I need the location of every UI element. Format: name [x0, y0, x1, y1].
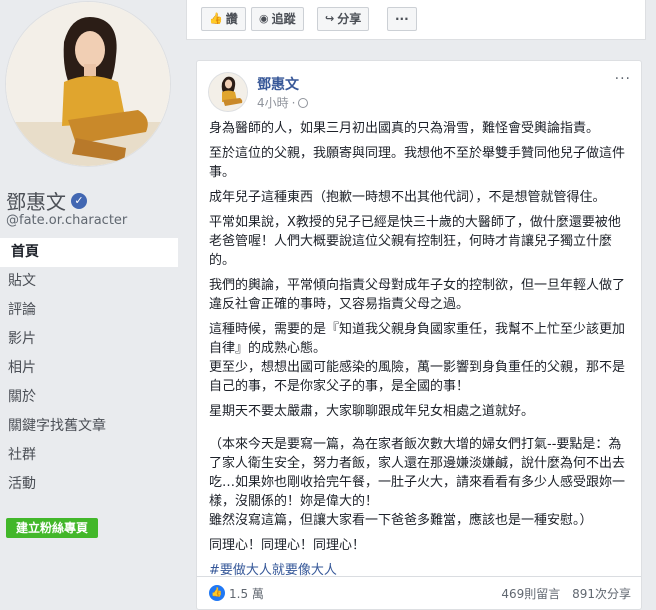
separator-dot: ·: [291, 95, 296, 110]
like-page-label: 讚: [225, 12, 238, 26]
post-paragraph: 雖然沒寫這篇，但讓大家看一下爸爸多難當，應該也是一種安慰。）: [209, 513, 593, 528]
post-paragraph: 成年兒子這種東西（抱歉一時想不出其他代詞），不是想管就管得住。: [209, 190, 606, 205]
reaction-count[interactable]: 1.5 萬: [229, 585, 264, 602]
post-body: 身為醫師的人，如果三月初出國真的只為滑雪，難怪會受輿論指責。 至於這位的父親，我…: [209, 119, 631, 586]
nav-item-community[interactable]: 社群: [0, 441, 178, 470]
more-options-button[interactable]: ···: [387, 7, 417, 31]
nav-item-events[interactable]: 活動: [0, 470, 178, 499]
share-arrow-icon: ↪: [325, 12, 335, 25]
page-name[interactable]: 鄧惠文 ✓: [6, 186, 87, 215]
rss-icon: ◉: [259, 12, 269, 25]
page-handle: @fate.or.character: [6, 213, 128, 228]
post-paragraph: 至於這位的父親，我願寄與同理。我想他不至於舉雙手贊同他兒子做這件事。: [209, 146, 626, 180]
create-page-button[interactable]: 建立粉絲專頁: [6, 518, 99, 538]
follow-label: 追蹤: [271, 12, 296, 26]
post-paragraph: 這種時候，需要的是『知道我父親身負國家重任，我幫不上忙至少該更加自律』的成熟心態…: [209, 322, 626, 356]
post-paragraph: 身為醫師的人，如果三月初出國真的只為滑雪，難怪會受輿論指責。: [209, 121, 600, 136]
like-page-button[interactable]: 👍 讚: [201, 7, 246, 31]
nav-item-reviews[interactable]: 評論: [0, 296, 178, 325]
post-footer: 👍 1.5 萬 469則留言 891次分享: [197, 576, 641, 609]
follow-button[interactable]: ◉ 追蹤: [251, 7, 304, 31]
profile-avatar[interactable]: [6, 2, 170, 166]
share-count[interactable]: 891次分享: [572, 587, 631, 601]
left-column: 鄧惠文 ✓ @fate.or.character 首頁 貼文 評論 影片 相片 …: [0, 0, 178, 610]
post-paragraph: 平常如果說，X教授的兒子已經是快三十歲的大醫師了，做什麼還要被他老爸管喔！人們大…: [209, 215, 621, 268]
post-card: 鄧惠文 4小時 · ··· 身為醫師的人，如果三月初出國真的只為滑雪，難怪會受輿…: [196, 60, 642, 610]
post-author-avatar[interactable]: [209, 73, 247, 111]
post-time-text: 4小時: [257, 96, 289, 110]
like-reaction-icon: 👍: [209, 585, 225, 601]
post-paragraph: 星期天不要太嚴肅，大家聊聊跟成年兒女相處之道就好。: [209, 404, 535, 419]
share-page-button[interactable]: ↪ 分享: [317, 7, 370, 31]
nav-item-home[interactable]: 首頁: [0, 238, 178, 267]
post-paragraph: 同理心！同理心！同理心！: [209, 538, 366, 553]
post-paragraph: 我們的輿論，平常傾向指責父母對成年子女的控制欲，但一旦年輕人做了違反社會正確的事…: [209, 278, 626, 312]
post-options-button[interactable]: ···: [615, 71, 631, 87]
comment-count[interactable]: 469則留言: [501, 587, 560, 601]
post-timestamp[interactable]: 4小時 ·: [257, 94, 309, 111]
post-paragraph: （本來今天是要寫一篇，為在家者飯次數大增的婦女們打氣--要點是：為了家人衛生安全…: [209, 437, 626, 509]
post-stats: 469則留言 891次分享: [493, 585, 631, 602]
page-action-bar: 👍 讚 ◉ 追蹤 ↪ 分享 ···: [186, 0, 646, 40]
nav-item-keyword-search[interactable]: 關鍵字找舊文章: [0, 412, 178, 441]
nav-item-about[interactable]: 關於: [0, 383, 178, 412]
thumbs-up-icon: 👍: [209, 12, 223, 25]
nav-item-videos[interactable]: 影片: [0, 325, 178, 354]
verified-badge-icon: ✓: [71, 192, 87, 209]
nav-item-photos[interactable]: 相片: [0, 354, 178, 383]
page-name-text: 鄧惠文: [6, 190, 66, 214]
globe-icon: [298, 97, 309, 108]
nav-item-posts[interactable]: 貼文: [0, 267, 178, 296]
post-author-name[interactable]: 鄧惠文: [257, 74, 299, 94]
page-nav: 首頁 貼文 評論 影片 相片 關於 關鍵字找舊文章 社群 活動: [0, 238, 178, 499]
post-paragraph: 更至少，想想出國可能感染的風險，萬一影響到身負重任的父親，那不是自己的事，不是你…: [209, 360, 626, 394]
share-page-label: 分享: [337, 12, 362, 26]
